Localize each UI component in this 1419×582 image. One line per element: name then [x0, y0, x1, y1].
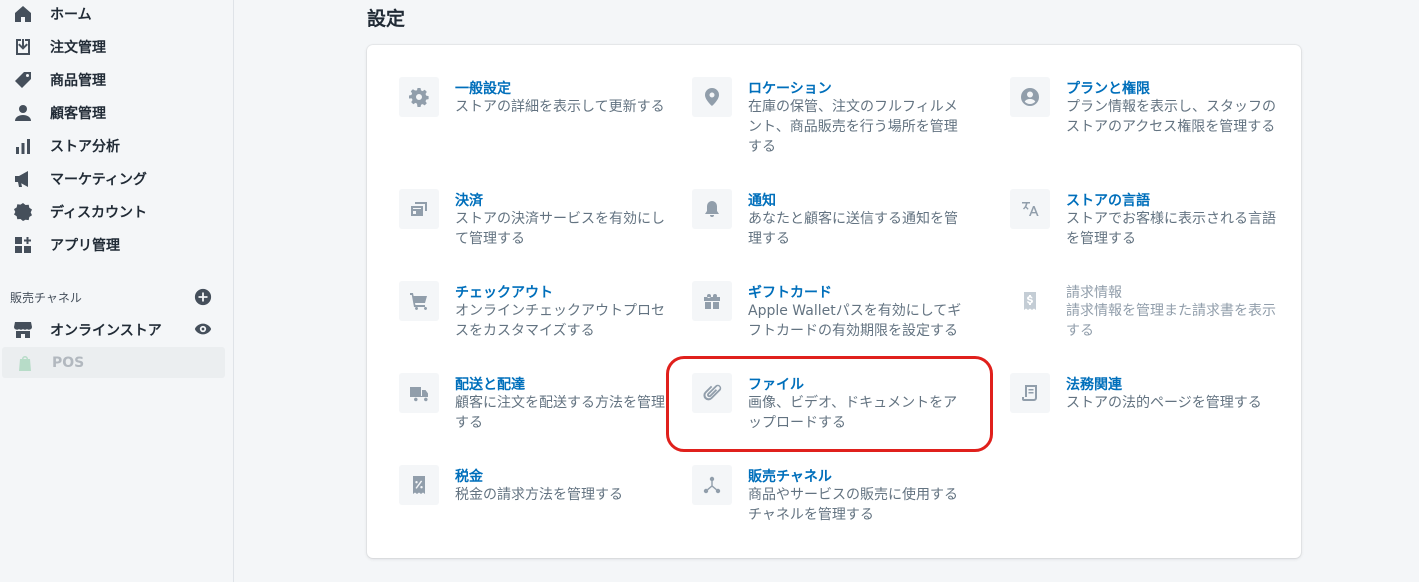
- setting-description: あなたと顧客に送信する通知を管理する: [748, 211, 958, 247]
- setting-description: 顧客に注文を配送する方法を管理する: [455, 395, 665, 431]
- truck-icon: [399, 373, 439, 413]
- sidebar-item-apps[interactable]: アプリ管理: [0, 229, 225, 260]
- discount-icon: [12, 201, 34, 223]
- sidebar-item-label: POS: [52, 354, 85, 371]
- analytics-icon: [12, 135, 34, 157]
- store-icon: [12, 319, 34, 341]
- sidebar-item-analytics[interactable]: ストア分析: [0, 130, 225, 161]
- setting-title: 税金: [455, 469, 483, 485]
- setting-payments[interactable]: 決済 ストアの決済サービスを有効にして管理する: [399, 189, 679, 269]
- setting-title: ロケーション: [748, 81, 832, 97]
- sidebar-item-label: マーケティング: [50, 171, 147, 188]
- setting-locations[interactable]: ロケーション 在庫の保管、注文のフルフィルメント、商品販売を行う場所を管理する: [692, 77, 972, 157]
- tax-receipt-icon: [399, 465, 439, 505]
- apps-icon: [12, 234, 34, 256]
- receipt-dollar-icon: [1010, 281, 1050, 321]
- settings-card: 一般設定 ストアの詳細を表示して更新する ロケーション 在庫の保管、注文のフルフ…: [367, 45, 1301, 558]
- sidebar-item-marketing[interactable]: マーケティング: [0, 163, 225, 194]
- setting-description: ストアの詳細を表示して更新する: [455, 99, 665, 115]
- location-pin-icon: [692, 77, 732, 117]
- setting-description: Apple Walletパスを有効にしてギフトカードの有効期限を設定する: [748, 303, 962, 339]
- highlight-annotation: [666, 356, 993, 452]
- eye-icon[interactable]: [194, 320, 212, 338]
- setting-gift-cards[interactable]: ギフトカード Apple Walletパスを有効にしてギフトカードの有効期限を設…: [692, 281, 972, 361]
- customer-icon: [12, 102, 34, 124]
- setting-billing: 請求情報 請求情報を管理また請求書を表示する: [1010, 281, 1290, 361]
- setting-title: 販売チャネル: [748, 469, 832, 485]
- setting-description: ストアの決済サービスを有効にして管理する: [455, 211, 665, 247]
- setting-description: 在庫の保管、注文のフルフィルメント、商品販売を行う場所を管理する: [748, 99, 958, 155]
- setting-description: プラン情報を表示し、スタッフのストアのアクセス権限を管理する: [1066, 99, 1276, 135]
- sidebar: ホーム 注文管理 商品管理 顧客管理 ストア分析 マーケティング ディスカウント…: [0, 0, 234, 582]
- home-icon: [12, 3, 34, 25]
- page-title: 設定: [367, 8, 406, 30]
- setting-shipping[interactable]: 配送と配達 顧客に注文を配送する方法を管理する: [399, 373, 679, 453]
- gear-icon: [399, 77, 439, 117]
- setting-plan-permissions[interactable]: プランと権限 プラン情報を表示し、スタッフのストアのアクセス権限を管理する: [1010, 77, 1290, 157]
- setting-title: 請求情報: [1066, 285, 1122, 301]
- sidebar-item-label: 顧客管理: [50, 105, 106, 122]
- tag-icon: [12, 69, 34, 91]
- sidebar-item-home[interactable]: ホーム: [0, 0, 225, 29]
- sidebar-item-customers[interactable]: 顧客管理: [0, 97, 225, 128]
- orders-icon: [12, 36, 34, 58]
- setting-store-languages[interactable]: ストアの言語 ストアでお客様に表示される言語を管理する: [1010, 189, 1290, 269]
- sidebar-item-online-store[interactable]: オンラインストア: [0, 314, 225, 345]
- megaphone-icon: [12, 168, 34, 190]
- setting-notifications[interactable]: 通知 あなたと顧客に送信する通知を管理する: [692, 189, 972, 269]
- sales-channels-heading: 販売チャネル: [10, 291, 82, 305]
- sidebar-item-label: 注文管理: [50, 39, 106, 56]
- sidebar-item-label: ホーム: [50, 6, 92, 23]
- sidebar-item-label: ディスカウント: [50, 204, 148, 221]
- sidebar-item-label: 商品管理: [50, 72, 106, 89]
- setting-description: ストアでお客様に表示される言語を管理する: [1066, 211, 1276, 247]
- sidebar-item-orders[interactable]: 注文管理: [0, 31, 225, 62]
- sidebar-item-discounts[interactable]: ディスカウント: [0, 196, 225, 227]
- payment-card-icon: [399, 189, 439, 229]
- setting-description: 商品やサービスの販売に使用するチャネルを管理する: [748, 487, 958, 523]
- add-channel-icon[interactable]: [194, 288, 212, 306]
- setting-title: ストアの言語: [1066, 193, 1150, 209]
- cart-icon: [399, 281, 439, 321]
- setting-description: オンラインチェックアウトプロセスをカスタマイズする: [455, 303, 665, 339]
- setting-title: 配送と配達: [455, 377, 525, 393]
- gift-icon: [692, 281, 732, 321]
- bell-icon: [692, 189, 732, 229]
- setting-description: 税金の請求方法を管理する: [455, 487, 623, 503]
- setting-title: チェックアウト: [455, 285, 553, 301]
- setting-title: 法務関連: [1066, 377, 1122, 393]
- document-scroll-icon: [1010, 373, 1050, 413]
- channels-network-icon: [692, 465, 732, 505]
- translate-icon: [1010, 189, 1050, 229]
- setting-description: 請求情報を管理また請求書を表示する: [1066, 303, 1276, 339]
- setting-description: ストアの法的ページを管理する: [1066, 395, 1262, 411]
- sidebar-item-products[interactable]: 商品管理: [0, 64, 225, 95]
- setting-sales-channels[interactable]: 販売チャネル 商品やサービスの販売に使用するチャネルを管理する: [692, 465, 972, 545]
- setting-title: 決済: [455, 193, 483, 209]
- setting-checkout[interactable]: チェックアウト オンラインチェックアウトプロセスをカスタマイズする: [399, 281, 679, 361]
- setting-taxes[interactable]: 税金 税金の請求方法を管理する: [399, 465, 679, 545]
- setting-legal[interactable]: 法務関連 ストアの法的ページを管理する: [1010, 373, 1290, 453]
- sidebar-item-pos[interactable]: POS: [2, 347, 225, 378]
- shopify-bag-icon: [14, 352, 36, 374]
- setting-title: プランと権限: [1066, 81, 1150, 97]
- sidebar-item-label: アプリ管理: [50, 237, 120, 254]
- sidebar-item-label: オンラインストア: [50, 322, 162, 339]
- sidebar-item-label: ストア分析: [50, 138, 120, 155]
- setting-title: ギフトカード: [748, 285, 832, 301]
- setting-general[interactable]: 一般設定 ストアの詳細を表示して更新する: [399, 77, 679, 157]
- setting-title: 一般設定: [455, 81, 511, 97]
- setting-title: 通知: [748, 193, 776, 209]
- user-circle-icon: [1010, 77, 1050, 117]
